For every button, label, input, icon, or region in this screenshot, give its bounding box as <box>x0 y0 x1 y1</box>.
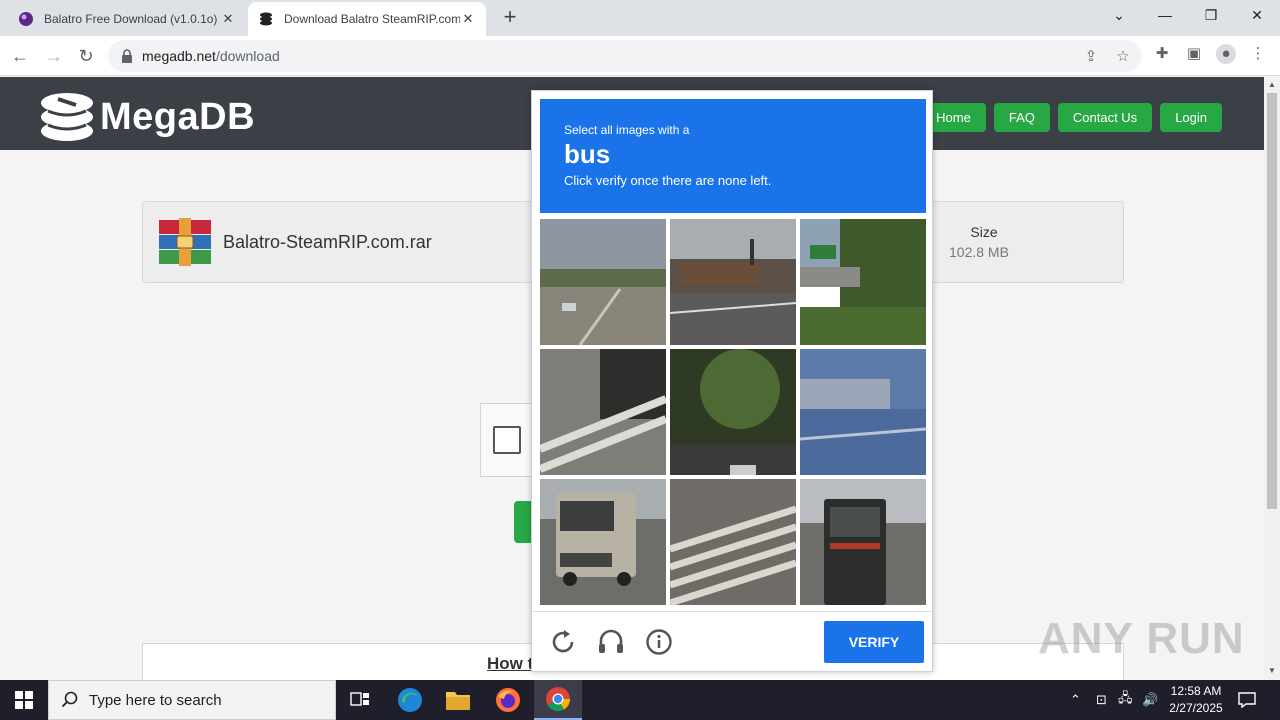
windows-start-icon[interactable] <box>0 680 48 720</box>
reload-icon[interactable]: ↻ <box>74 44 98 68</box>
volume-icon[interactable]: 🔊 <box>1142 680 1158 720</box>
browser-toolbar: ← → ↻ megadb.net/download ⇪ ☆ <box>0 36 1280 76</box>
bookmark-star-icon[interactable]: ☆ <box>1114 48 1132 66</box>
firefox-icon[interactable] <box>484 680 532 720</box>
edge-browser-icon[interactable] <box>386 680 434 720</box>
address-bar[interactable]: megadb.net/download ⇪ ☆ <box>108 40 1142 72</box>
notifications-icon[interactable] <box>1238 680 1256 720</box>
back-icon[interactable]: ← <box>8 44 32 68</box>
new-tab-icon[interactable]: + <box>498 4 522 30</box>
taskbar-clock[interactable]: 12:58 AM 2/27/2025 <box>1160 683 1232 717</box>
balatro-favicon <box>18 11 34 27</box>
challenge-tile-1[interactable] <box>540 219 666 345</box>
tab-search-icon[interactable]: ⌄ <box>1096 0 1142 30</box>
share-icon[interactable]: ⇪ <box>1082 48 1100 66</box>
url-text: megadb.net/download <box>142 48 280 64</box>
challenge-tile-2[interactable] <box>670 219 796 345</box>
extensions-icon[interactable]: ✚ <box>1152 44 1172 64</box>
howto-title[interactable]: How t <box>487 654 533 674</box>
database-logo-icon <box>41 93 93 141</box>
winrar-archive-icon <box>159 218 211 266</box>
profile-avatar-icon[interactable]: ● <box>1216 44 1236 64</box>
side-panel-icon[interactable]: ▣ <box>1184 44 1204 64</box>
challenge-footer-divider <box>532 611 932 612</box>
size-label: Size <box>970 224 998 240</box>
prompt-line-3: Click verify once there are none left. <box>564 173 772 188</box>
file-name: Balatro-SteamRIP.com.rar <box>223 232 432 252</box>
minimize-icon[interactable]: — <box>1142 0 1188 30</box>
info-icon[interactable] <box>644 627 674 657</box>
tray-overflow-chevron-icon[interactable]: ⌃ <box>1070 680 1081 720</box>
clock-time: 12:58 AM <box>1170 684 1222 698</box>
audio-challenge-headphones-icon[interactable] <box>596 627 626 657</box>
site-logo[interactable]: MegaDB <box>38 89 255 145</box>
prompt-line-1: Select all images with a <box>564 123 690 137</box>
anyrun-watermark: ANY RUN <box>1038 614 1245 663</box>
close-tab-icon[interactable]: ✕ <box>460 11 476 27</box>
captcha-challenge-dialog: Select all images with a bus Click verif… <box>531 90 933 672</box>
challenge-tile-9[interactable] <box>800 479 926 605</box>
nav-login-button[interactable]: Login <box>1160 103 1222 132</box>
tab-title: Balatro Free Download (v1.0.1o) <box>44 12 218 26</box>
page-scrollbar[interactable]: ▲ ▼ <box>1264 77 1280 680</box>
tab-strip: Balatro Free Download (v1.0.1o) ✕ Downlo… <box>0 0 1280 36</box>
size-value: 102.8 MB <box>949 244 1009 260</box>
nav-faq-button[interactable]: FAQ <box>993 103 1050 132</box>
challenge-tile-7[interactable] <box>540 479 666 605</box>
tab-title: Download Balatro SteamRIP.com <box>284 12 460 26</box>
nav-contact-button[interactable]: Contact Us <box>1057 103 1153 132</box>
forward-icon[interactable]: → <box>42 44 66 68</box>
lock-icon <box>122 49 132 63</box>
scroll-down-arrow-icon[interactable]: ▼ <box>1268 667 1276 675</box>
challenge-tile-5[interactable] <box>670 349 796 475</box>
search-placeholder: Type here to search <box>89 691 222 709</box>
challenge-tile-3[interactable] <box>800 219 926 345</box>
refresh-challenge-icon[interactable] <box>548 627 578 657</box>
taskbar-search-box[interactable]: Type here to search <box>48 680 336 720</box>
tab-download-balatro[interactable]: Download Balatro SteamRIP.com ✕ <box>248 2 486 36</box>
prompt-object: bus <box>564 139 611 169</box>
challenge-prompt: Select all images with a bus Click verif… <box>540 99 926 213</box>
close-window-icon[interactable]: ✕ <box>1234 0 1280 30</box>
menu-kebab-icon[interactable]: ⋮ <box>1248 44 1268 64</box>
challenge-tile-4[interactable] <box>540 349 666 475</box>
scroll-thumb[interactable] <box>1267 93 1277 509</box>
verify-button[interactable]: VERIFY <box>824 621 924 663</box>
windows-taskbar: Type here to search ⌃ ⊡ 🖧 🔊 12:58 AM 2/2… <box>0 680 1280 720</box>
megadb-favicon <box>258 11 274 27</box>
site-nav: Home FAQ Contact Us Login <box>921 103 1222 132</box>
tray-device-icon[interactable]: ⊡ <box>1096 680 1107 720</box>
tab-balatro-free-download[interactable]: Balatro Free Download (v1.0.1o) ✕ <box>8 2 246 36</box>
challenge-tile-8[interactable] <box>670 479 796 605</box>
network-icon[interactable]: 🖧 <box>1118 680 1133 720</box>
logo-text: MegaDB <box>100 95 256 138</box>
close-tab-icon[interactable]: ✕ <box>220 11 236 27</box>
captcha-checkbox[interactable] <box>493 426 521 454</box>
scroll-up-arrow-icon[interactable]: ▲ <box>1268 81 1276 89</box>
search-icon <box>61 691 78 708</box>
task-view-icon[interactable] <box>336 680 384 720</box>
restore-icon[interactable]: ❐ <box>1188 0 1234 30</box>
clock-date: 2/27/2025 <box>1169 701 1223 715</box>
file-explorer-icon[interactable] <box>434 680 482 720</box>
challenge-tile-6[interactable] <box>800 349 926 475</box>
chrome-icon[interactable] <box>534 680 582 720</box>
